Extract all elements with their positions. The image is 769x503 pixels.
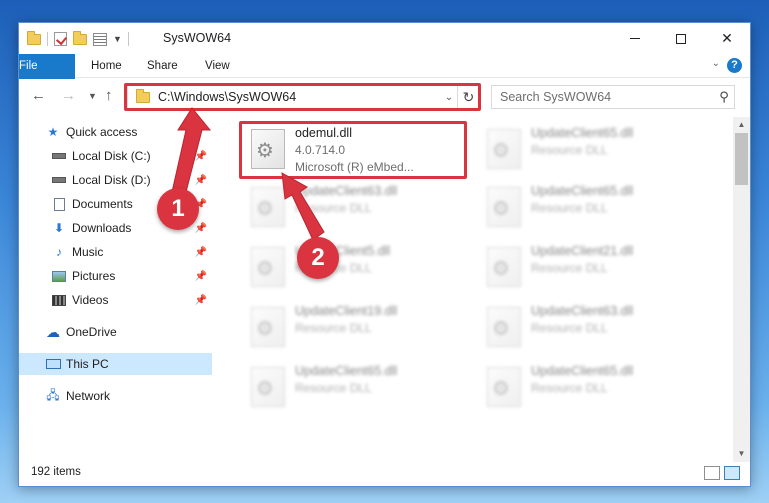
step-1-callout: 1 bbox=[157, 188, 199, 230]
step-2-callout: 2 bbox=[297, 237, 339, 279]
arrow-1 bbox=[171, 107, 212, 193]
annotation-arrows bbox=[171, 107, 325, 241]
arrow-2 bbox=[281, 172, 325, 241]
